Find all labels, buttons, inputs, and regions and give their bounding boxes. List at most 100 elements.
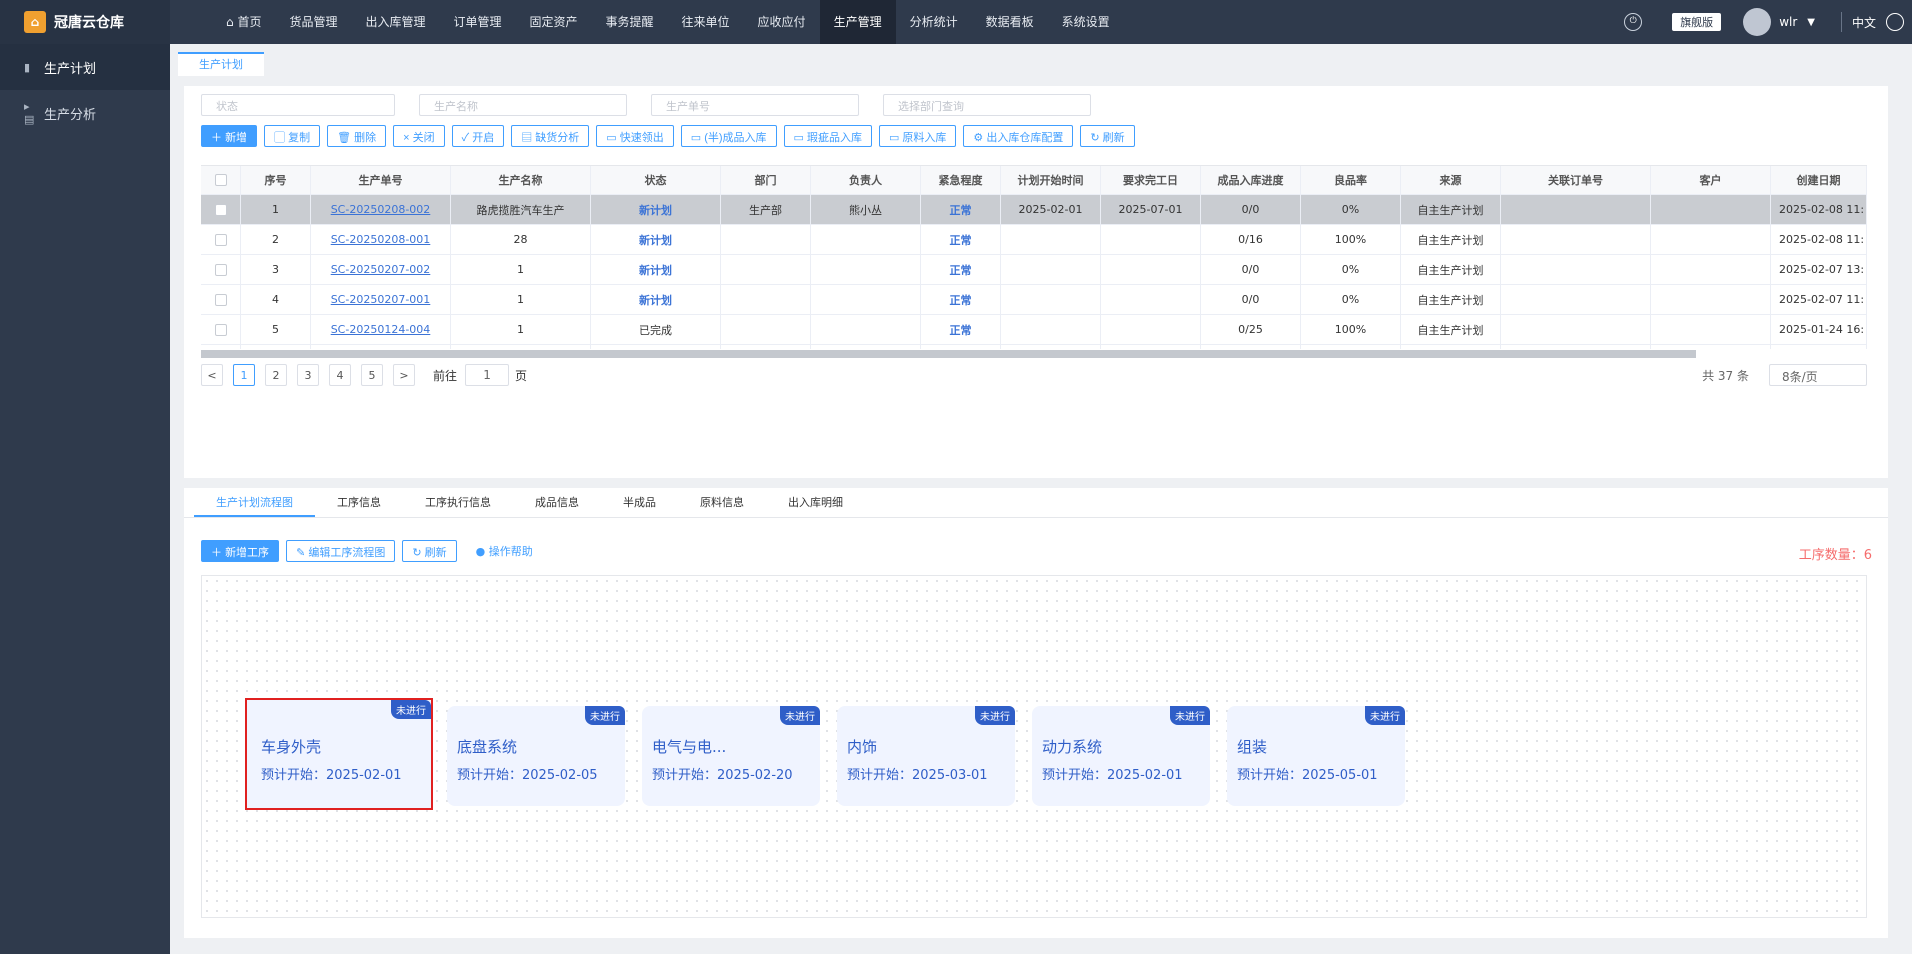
flowchart-canvas[interactable]: 未进行 车身外壳 预计开始：2025-02-01 未进行 底盘系统 预计开始：2025-… xyxy=(201,575,1867,918)
table-row[interactable]: 2 SC-20250208-001 28 新计划 正常 0/16 100% 自主生产计划 202… xyxy=(201,225,1867,255)
table-cell[interactable]: SC-20250207-001 xyxy=(311,285,451,314)
help-link[interactable]: ● 操作帮助 xyxy=(476,543,533,559)
add-process-button[interactable]: ＋ 新增工序 xyxy=(201,540,280,562)
page-goto-input[interactable]: 1 xyxy=(465,364,510,386)
table-cell[interactable]: SC-20250208-001 xyxy=(311,225,451,254)
warehouse-config-button[interactable]: ⚙ 出入库仓库配置 xyxy=(963,125,1074,147)
user-area: ⏻ 旗舰版 wlr ▼ 中文 xyxy=(1624,0,1912,44)
table-row[interactable]: 4 SC-20250207-001 1 新计划 正常 0/0 0% 自主生产计划 2025-02… xyxy=(201,285,1867,315)
table-row[interactable]: 3 SC-20250207-002 1 新计划 正常 0/0 0% 自主生产计划 2025-02… xyxy=(201,255,1867,285)
caret-down-icon[interactable]: ▼ xyxy=(1807,17,1815,28)
nav-partners[interactable]: 往来单位 xyxy=(668,0,744,44)
step-date: 预计开始：2025-02-01 xyxy=(1042,768,1183,783)
nav-finance[interactable]: 应收应付 xyxy=(744,0,820,44)
process-step-2[interactable]: 未进行 底盘系统 预计开始：2025-02-05 xyxy=(447,706,625,806)
table-cell: 0/16 xyxy=(1201,225,1301,254)
nav-reminders[interactable]: 事务提醒 xyxy=(592,0,668,44)
table-cell[interactable]: SC-20250124-003 xyxy=(311,345,451,349)
nav-analytics[interactable]: 分析统计 xyxy=(896,0,972,44)
row-checkbox[interactable] xyxy=(201,195,241,224)
process-step-1[interactable]: 未进行 车身外壳 预计开始：2025-02-01 xyxy=(245,698,433,810)
tab-finished-goods[interactable]: 成品信息 xyxy=(513,488,601,517)
close-button[interactable]: × 关闭 xyxy=(393,125,445,147)
refresh-button[interactable]: ↻ 刷新 xyxy=(1080,125,1135,147)
tab-inventory-detail[interactable]: 出入库明细 xyxy=(766,488,865,517)
table-cell: 2025-02-07 13: xyxy=(1771,255,1867,284)
sidebar: ▮ 生产计划 ▸ ▤ 生产分析 xyxy=(0,44,170,954)
department-select[interactable]: 选择部门查询 xyxy=(883,94,1091,116)
semi-finished-inbound-button[interactable]: ▭ (半)成品入库 xyxy=(680,125,777,147)
row-checkbox[interactable] xyxy=(201,315,241,344)
nav-assets[interactable]: 固定资产 xyxy=(516,0,592,44)
table-cell xyxy=(1101,225,1201,254)
nav-home[interactable]: ⌂ 首页 xyxy=(212,0,275,44)
table-row[interactable]: 5 SC-20250124-004 1 已完成 正常 0/25 100% 自主生产计划 2025… xyxy=(201,315,1867,345)
page-1[interactable]: 1 xyxy=(233,364,255,386)
add-button[interactable]: ＋ 新增 xyxy=(201,125,258,147)
sidebar-item-production-plan[interactable]: ▮ 生产计划 xyxy=(0,44,170,90)
nav-inventory-io[interactable]: 出入库管理 xyxy=(351,0,439,44)
table-cell: 1 xyxy=(451,315,591,344)
process-step-5[interactable]: 未进行 动力系统 预计开始：2025-02-01 xyxy=(1032,706,1210,806)
language-label[interactable]: 中文 xyxy=(1852,14,1876,31)
next-page-button[interactable]: > xyxy=(393,364,415,386)
table-cell[interactable]: SC-20250124-004 xyxy=(311,315,451,344)
defect-inbound-button[interactable]: ▭ 瑕疵品入库 xyxy=(783,125,872,147)
production-number-input[interactable]: 生产单号 xyxy=(651,94,859,116)
table-row[interactable]: 1 SC-20250208-002 路虎揽胜汽车生产 新计划 生产部 熊小丛 正常 2025-… xyxy=(201,195,1867,225)
horizontal-scrollbar[interactable] xyxy=(201,350,1696,358)
page-4[interactable]: 4 xyxy=(329,364,351,386)
status-badge: 未进行 xyxy=(585,706,625,725)
process-step-6[interactable]: 未进行 组装 预计开始：2025-05-01 xyxy=(1227,706,1405,806)
step-title: 电气与电... xyxy=(652,738,727,756)
table-cell[interactable]: SC-20250208-002 xyxy=(311,195,451,224)
row-checkbox[interactable] xyxy=(201,255,241,284)
tab-process-execution[interactable]: 工序执行信息 xyxy=(403,488,513,517)
goto-label: 前往 xyxy=(433,368,458,383)
table-cell: 已完成 xyxy=(591,315,721,344)
nav-dashboard[interactable]: 数据看板 xyxy=(972,0,1048,44)
page-5[interactable]: 5 xyxy=(361,364,383,386)
user-name[interactable]: wlr xyxy=(1779,15,1797,29)
table-cell xyxy=(811,285,921,314)
production-name-input[interactable]: 生产名称 xyxy=(419,94,627,116)
nav-settings[interactable]: 系统设置 xyxy=(1048,0,1124,44)
page-3[interactable]: 3 xyxy=(297,364,319,386)
status-select[interactable]: 状态 xyxy=(201,94,395,116)
edit-flowchart-button[interactable]: ✎ 编辑工序流程图 xyxy=(286,540,396,562)
tab-process-info[interactable]: 工序信息 xyxy=(315,488,403,517)
page-2[interactable]: 2 xyxy=(265,364,287,386)
shortage-analysis-button[interactable]: ▤ 缺货分析 xyxy=(511,125,590,147)
table-row[interactable]: 6SC-20250124-003宝马汽车新计划7王周杰正常2025-01-152… xyxy=(201,345,1867,349)
nav-products[interactable]: 货品管理 xyxy=(275,0,351,44)
tab-flowchart[interactable]: 生产计划流程图 xyxy=(194,488,315,517)
table-cell: 0% xyxy=(1301,195,1401,224)
copy-button[interactable]: ▢ 复制 xyxy=(264,125,321,147)
row-checkbox[interactable] xyxy=(201,345,241,349)
nav-orders[interactable]: 订单管理 xyxy=(439,0,515,44)
sidebar-item-production-analysis[interactable]: ▸ ▤ 生产分析 xyxy=(0,90,170,136)
table-cell xyxy=(1651,195,1771,224)
page-size-select[interactable]: 8条/页 xyxy=(1769,364,1867,386)
quick-pick-button[interactable]: ▭ 快速领出 xyxy=(596,125,674,147)
compass-icon[interactable]: ⏻ xyxy=(1624,13,1643,31)
row-checkbox[interactable] xyxy=(201,225,241,254)
app-logo[interactable]: ⌂ 冠唐云仓库 xyxy=(0,0,170,44)
delete-button[interactable]: 🗑 删除 xyxy=(327,125,387,147)
refresh-flow-button[interactable]: ↻ 刷新 xyxy=(402,540,457,562)
prev-page-button[interactable]: < xyxy=(201,364,223,386)
avatar[interactable] xyxy=(1743,8,1772,36)
table-cell[interactable]: SC-20250207-002 xyxy=(311,255,451,284)
process-step-4[interactable]: 未进行 内饰 预计开始：2025-03-01 xyxy=(837,706,1015,806)
row-checkbox[interactable] xyxy=(201,285,241,314)
table-cell: 2025-01-15 xyxy=(1001,345,1101,349)
open-button[interactable]: ✓ 开启 xyxy=(451,125,505,147)
nav-production[interactable]: 生产管理 xyxy=(819,0,896,44)
globe-icon[interactable] xyxy=(1886,13,1904,31)
process-step-3[interactable]: 未进行 电气与电... 预计开始：2025-02-20 xyxy=(642,706,820,806)
tab-materials[interactable]: 原料信息 xyxy=(678,488,766,517)
tab-production-plan[interactable]: 生产计划 xyxy=(178,52,264,76)
select-all-checkbox[interactable] xyxy=(201,166,241,194)
tab-semi-finished[interactable]: 半成品 xyxy=(601,488,678,517)
material-inbound-button[interactable]: ▭ 原料入库 xyxy=(878,125,957,147)
